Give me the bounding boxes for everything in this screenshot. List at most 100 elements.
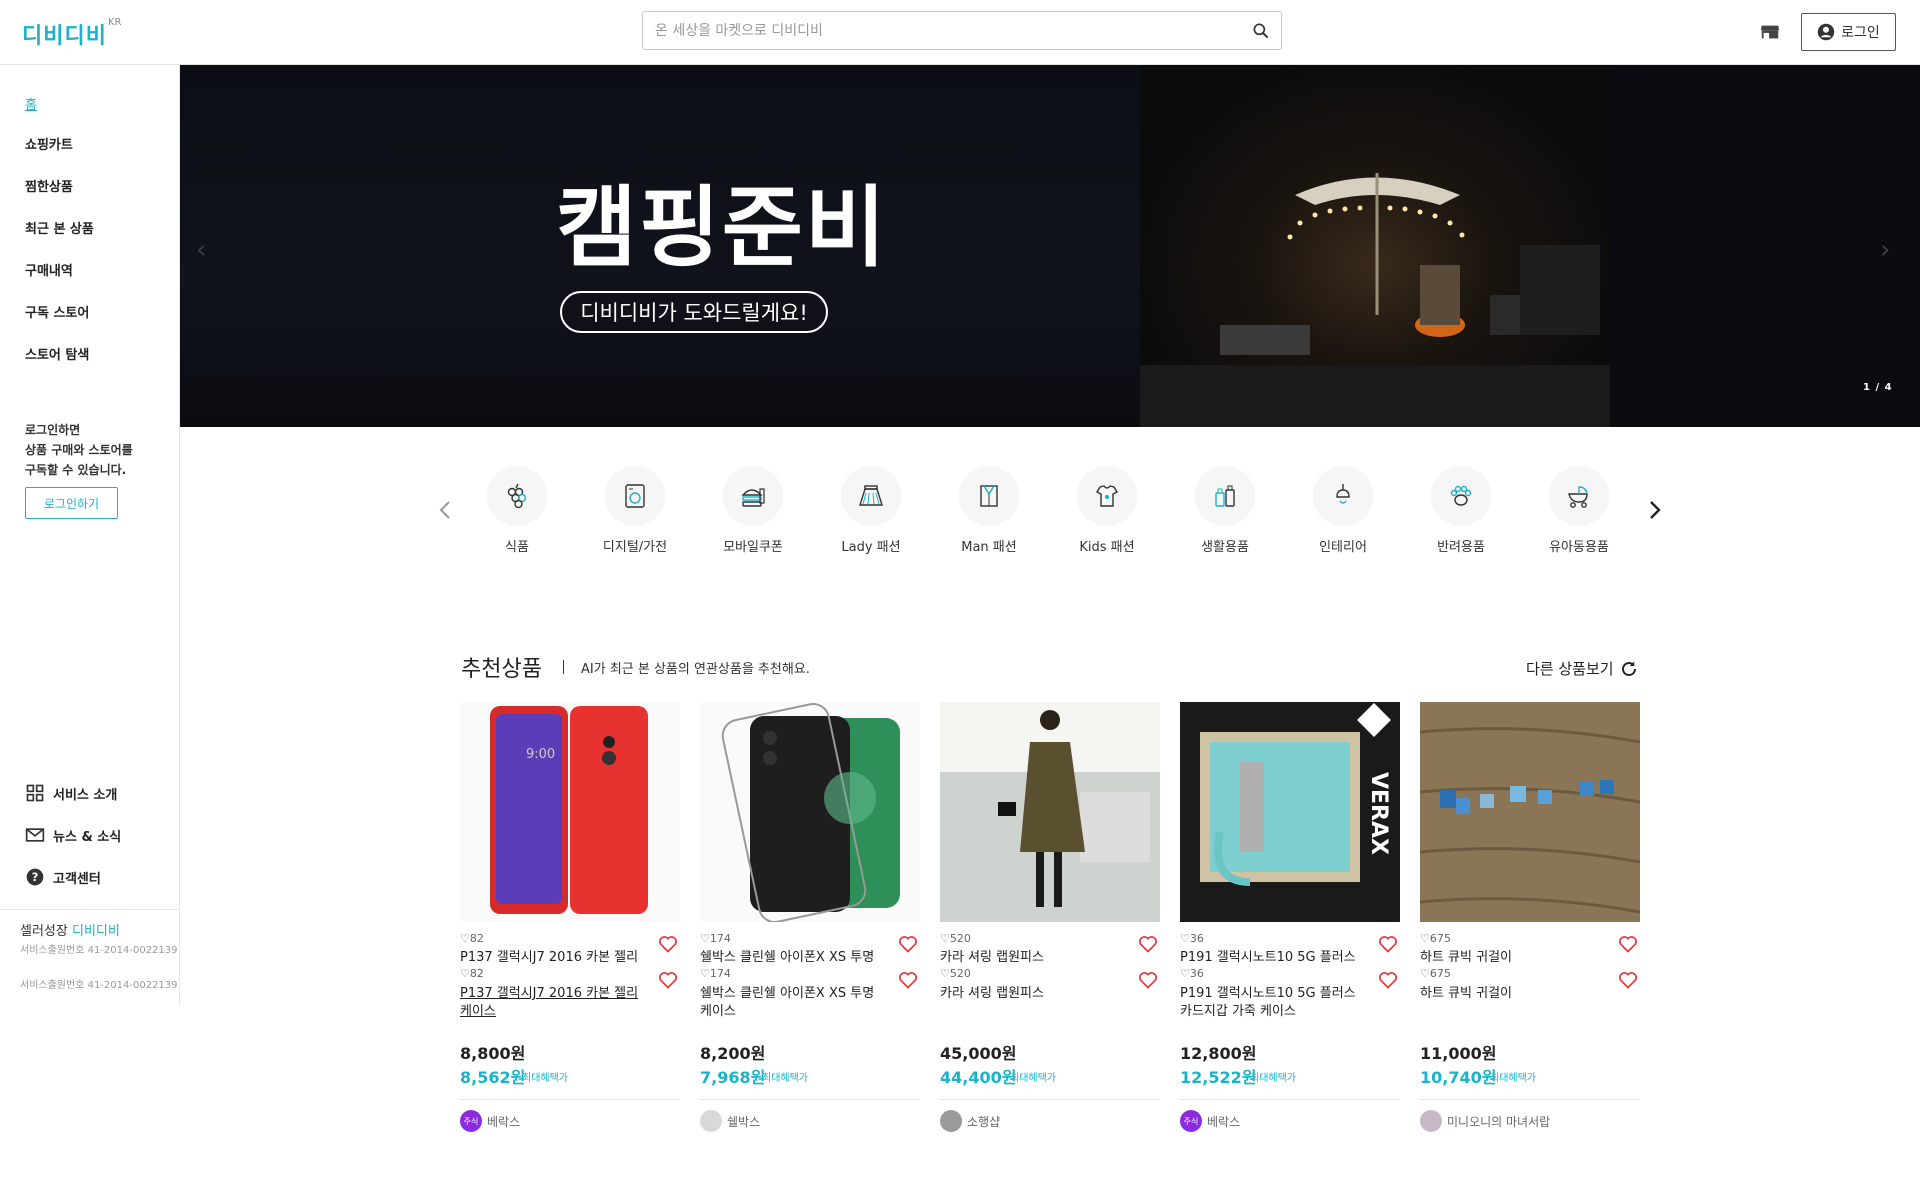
store-avatar <box>1420 1110 1442 1132</box>
washer-icon <box>625 484 645 508</box>
product-image[interactable] <box>940 702 1160 922</box>
search-input[interactable] <box>655 20 1235 42</box>
heart-icon[interactable] <box>1138 970 1158 990</box>
product-image[interactable] <box>700 702 920 922</box>
logo[interactable]: 디비디비 <box>22 18 107 50</box>
sidebar-divider <box>0 909 180 910</box>
product-image[interactable]: VERAX <box>1180 702 1400 922</box>
recommend-title: 추천상품 <box>461 657 542 682</box>
banner-page-indicator: 1 / 4 <box>1863 382 1893 393</box>
heart-icon[interactable] <box>898 970 918 990</box>
nav-orders[interactable]: 구매내역 <box>25 260 73 279</box>
store-avatar <box>940 1110 962 1132</box>
biz-number-duplicate: 서비스출원번호 41-2014-0022139 <box>20 980 178 991</box>
product-price: 12,800원 <box>1180 1044 1257 1063</box>
paw-icon <box>1450 485 1472 506</box>
category-digital[interactable]: 디지털/가전 <box>585 466 685 555</box>
category-mobile-coupon[interactable]: 모바일쿠폰 <box>703 466 803 555</box>
store-link[interactable]: 쉘박스 <box>700 1110 760 1132</box>
heart-icon[interactable] <box>1378 934 1398 954</box>
like-count-duplicate: ♡520 <box>940 967 971 980</box>
product-name-full[interactable]: 쉘박스 클린쉘 아이폰X XS 투명 케이스 <box>700 985 880 1021</box>
store-link[interactable]: 주식 베락스 <box>1180 1110 1240 1132</box>
recommend-separator <box>563 660 564 674</box>
nav-wishlist[interactable]: 찜한상품 <box>25 176 73 195</box>
heart-icon[interactable] <box>898 934 918 954</box>
nav-explore-stores[interactable]: 스토어 탐색 <box>25 344 89 363</box>
like-count: ♡174 <box>700 932 731 945</box>
like-count-duplicate: ♡675 <box>1420 967 1451 980</box>
banner-next-icon[interactable]: › <box>1880 235 1904 265</box>
card-divider <box>700 1099 920 1100</box>
category-man-fashion[interactable]: Man 패션 <box>939 466 1039 555</box>
more-products-button[interactable]: 다른 상품보기 <box>1526 658 1638 679</box>
product-name[interactable]: 쉘박스 클린쉘 아이폰X XS 투명 <box>700 949 880 967</box>
like-count: ♡82 <box>460 932 484 945</box>
store-icon[interactable] <box>1759 21 1781 43</box>
biz-number: 서비스출원번호 41-2014-0022139 <box>20 945 178 956</box>
product-name[interactable]: 하트 큐빅 귀걸이 <box>1420 949 1600 967</box>
svg-text:?: ? <box>32 870 39 884</box>
card-divider <box>460 1099 680 1100</box>
grapes-icon <box>507 483 527 509</box>
product-name-full[interactable]: P191 갤럭시노트10 5G 플러스 카드지갑 가죽 케이스 <box>1180 985 1360 1021</box>
camping-scene-illustration <box>1140 173 1610 427</box>
heart-icon[interactable] <box>1618 934 1638 954</box>
link-customer-center[interactable]: ? 고객센터 <box>25 867 101 887</box>
category-baby[interactable]: 유아동용품 <box>1529 466 1629 555</box>
store-link[interactable]: 미니오니의 마녀서랍 <box>1420 1110 1550 1132</box>
category-interior[interactable]: 인테리어 <box>1293 466 1393 555</box>
nav-cart[interactable]: 쇼핑카트 <box>25 134 73 153</box>
product-card[interactable]: ♡174 쉘박스 클린쉘 아이폰X XS 투명 ♡174 쉘박스 클린쉘 아이폰… <box>700 702 920 1142</box>
seller-growth[interactable]: 셀러성장 디비디비 <box>20 920 120 939</box>
banner-cta-pill[interactable]: 디비디비가 도와드릴게요! <box>560 291 828 333</box>
heart-icon[interactable] <box>1138 934 1158 954</box>
heart-icon[interactable] <box>1618 970 1638 990</box>
product-name-full[interactable]: P137 갤럭시J7 2016 카본 젤리 케이스 <box>460 985 640 1021</box>
link-news[interactable]: 뉴스 & 소식 <box>25 825 121 845</box>
search-icon[interactable] <box>1251 21 1271 41</box>
nav-subscriptions[interactable]: 구독 스토어 <box>25 302 89 321</box>
category-prev-icon[interactable] <box>435 498 455 522</box>
link-service-intro[interactable]: 서비스 소개 <box>25 783 117 803</box>
category-lady-fashion[interactable]: Lady 패션 <box>821 466 921 555</box>
store-avatar <box>700 1110 722 1132</box>
product-name[interactable]: P191 갤럭시노트10 5G 플러스 <box>1180 949 1360 967</box>
product-name[interactable]: 카라 셔링 랩원피스 <box>940 949 1120 967</box>
sidebar-login-button[interactable]: 로그인하기 <box>25 487 118 519</box>
search-bar <box>642 11 1282 50</box>
product-card[interactable]: ♡520 카라 셔링 랩원피스 ♡520 카라 셔링 랩원피스 45,000원 … <box>940 702 1160 1142</box>
heart-icon[interactable] <box>658 970 678 990</box>
product-name-full[interactable]: 카라 셔링 랩원피스 <box>940 985 1120 1003</box>
card-divider <box>1180 1099 1400 1100</box>
hero-banner[interactable]: 캠핑준비 디비디비가 도와드릴게요! ‹ › 1 / 4 <box>180 65 1920 427</box>
store-link[interactable]: 주식 베락스 <box>460 1110 520 1132</box>
nav-recent[interactable]: 최근 본 상품 <box>25 218 94 237</box>
product-image[interactable]: 9:00 <box>460 702 680 922</box>
like-count: ♡520 <box>940 932 971 945</box>
product-benefit-price: 7,968원 <box>700 1068 766 1087</box>
benefit-label: 최대혜택가 <box>1010 1073 1056 1084</box>
product-card[interactable]: 9:00 ♡82 P137 갤럭시J7 2016 카본 젤리 ♡82 P137 … <box>460 702 680 1142</box>
heart-icon[interactable] <box>658 934 678 954</box>
store-avatar: 주식 <box>460 1110 482 1132</box>
product-card[interactable]: VERAX ♡36 P191 갤럭시노트10 5G 플러스 ♡36 P191 갤… <box>1180 702 1400 1142</box>
category-pets[interactable]: 반려용품 <box>1411 466 1511 555</box>
product-name-full[interactable]: 하트 큐빅 귀걸이 <box>1420 985 1600 1003</box>
nav-home[interactable]: 홈 <box>25 94 37 113</box>
store-link[interactable]: 소행샵 <box>940 1110 1000 1132</box>
product-name[interactable]: P137 갤럭시J7 2016 카본 젤리 <box>460 949 640 967</box>
like-count-duplicate: ♡174 <box>700 967 731 980</box>
category-next-icon[interactable] <box>1645 498 1665 522</box>
benefit-label: 최대혜택가 <box>522 1073 568 1084</box>
banner-camping-photo <box>1140 65 1610 427</box>
category-kids-fashion[interactable]: Kids 패션 <box>1057 466 1157 555</box>
heart-icon[interactable] <box>1378 970 1398 990</box>
category-living[interactable]: 생활용품 <box>1175 466 1275 555</box>
banner-prev-icon[interactable]: ‹ <box>196 235 220 265</box>
svg-text:VERAX: VERAX <box>1366 772 1391 855</box>
category-food[interactable]: 식품 <box>467 466 567 555</box>
product-image[interactable] <box>1420 702 1640 922</box>
product-card[interactable]: ♡675 하트 큐빅 귀걸이 ♡675 하트 큐빅 귀걸이 11,000원 10… <box>1420 702 1640 1142</box>
login-button[interactable]: 로그인 <box>1801 13 1896 51</box>
